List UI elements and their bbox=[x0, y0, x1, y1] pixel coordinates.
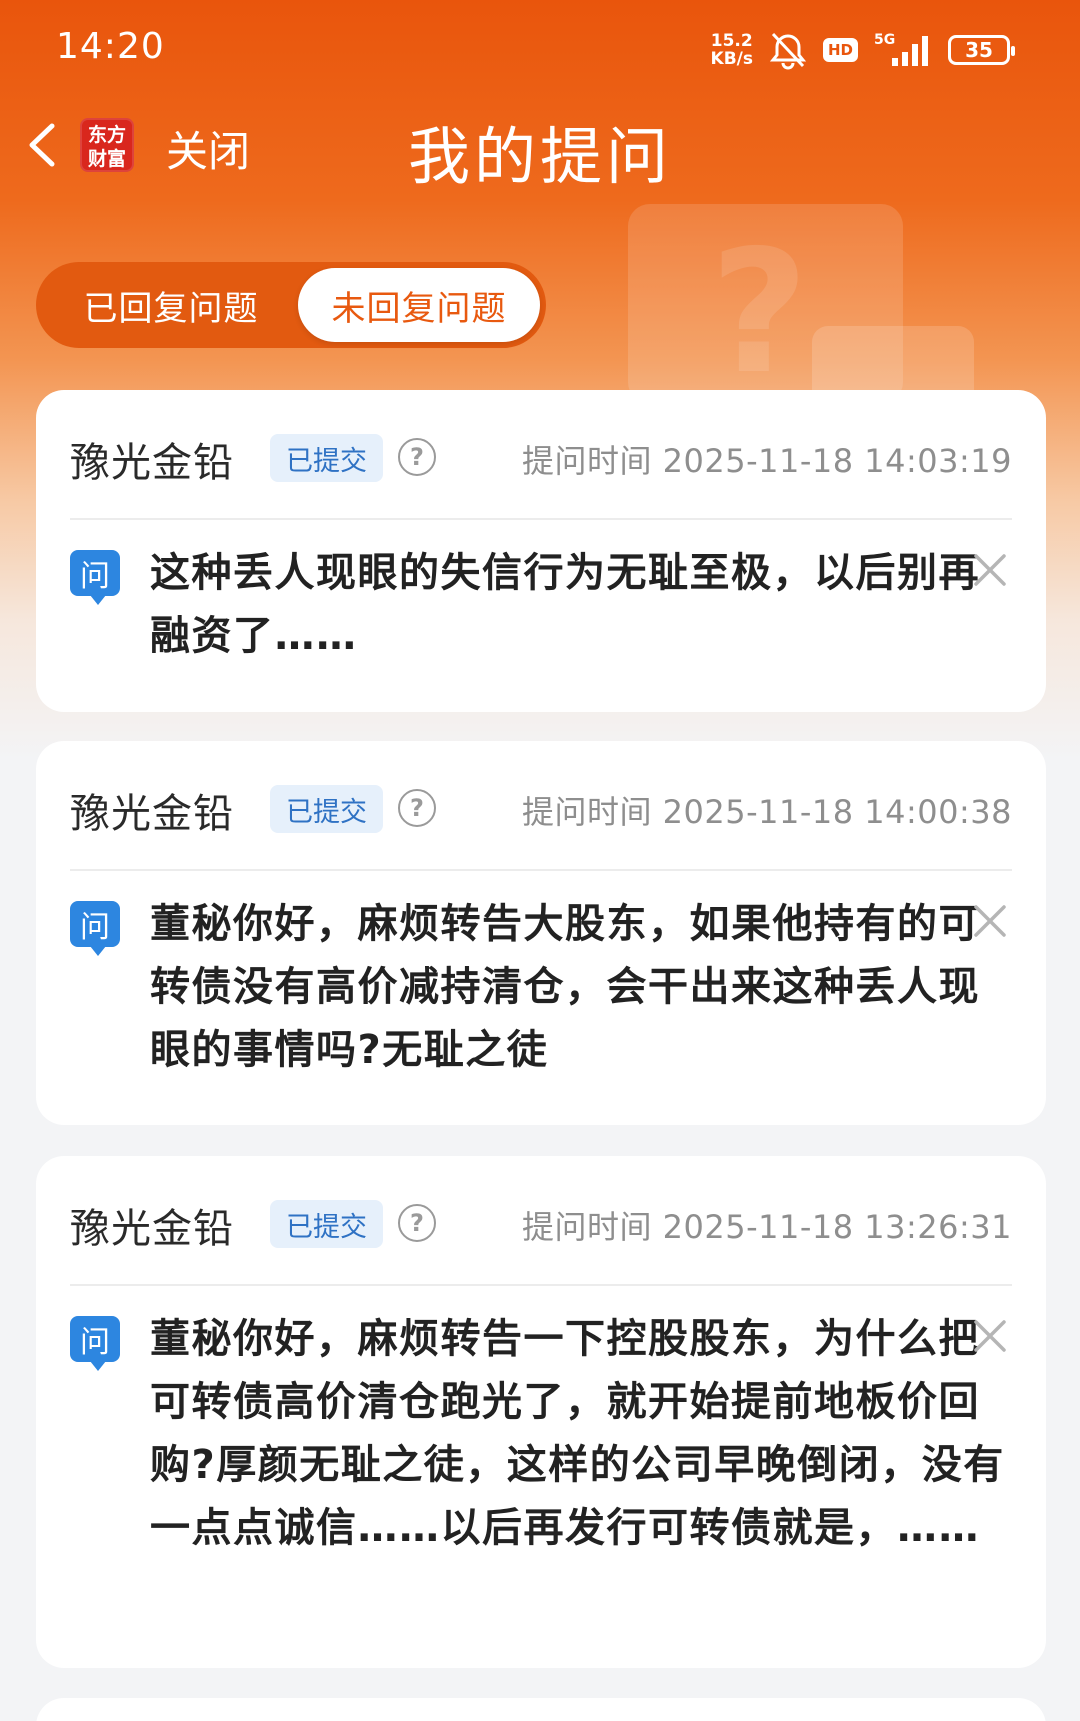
tab-answered[interactable]: 已回复问题 bbox=[46, 268, 296, 342]
status-bar: 14:20 15.2 KB/s HD 5G 35 bbox=[0, 0, 1080, 100]
ask-time: 提问时间 2025-11-18 14:00:38 bbox=[521, 793, 1012, 831]
question-icon: 问 bbox=[70, 901, 120, 956]
status-time: 14:20 bbox=[56, 26, 165, 67]
network-speed-value: 15.2 bbox=[710, 31, 753, 51]
stock-name[interactable]: 豫光金铅 bbox=[70, 430, 234, 488]
card-header: 豫光金铅 已提交 ? 提问时间 2025-11-18 14:00:38 bbox=[36, 741, 1046, 869]
ask-time: 提问时间 2025-11-18 13:26:31 bbox=[521, 1208, 1012, 1246]
question-card: 豫光金铅 已提交 ? 提问时间 2025-11-18 13:26:31 问 董秘… bbox=[36, 1156, 1046, 1668]
status-badge: 已提交 bbox=[270, 1200, 383, 1248]
battery-level: 35 bbox=[965, 38, 993, 62]
my-questions-page: 14:20 15.2 KB/s HD 5G 35 东方 财富 关闭 我的提问 ?… bbox=[0, 0, 1080, 1721]
hd-voice-icon: HD bbox=[822, 38, 858, 62]
question-text[interactable]: 这种丢人现眼的失信行为无耻至极，以后别再融资了…… bbox=[150, 542, 1010, 668]
question-text[interactable]: 董秘你好，麻烦转告一下控股股东，为什么把可转债高价清仓跑光了，就开始提前地板价回… bbox=[150, 1308, 1010, 1560]
question-text[interactable]: 董秘你好，麻烦转告大股东，如果他持有的可转债没有高价减持清仓，会干出来这种丢人现… bbox=[150, 893, 1010, 1082]
help-icon[interactable]: ? bbox=[398, 789, 436, 827]
alarm-off-icon bbox=[769, 32, 807, 70]
signal-5g-icon: 5G bbox=[874, 32, 928, 66]
close-icon[interactable] bbox=[970, 1316, 1010, 1356]
divider bbox=[70, 1284, 1012, 1286]
network-speed: 15.2 KB/s bbox=[711, 32, 753, 68]
stock-name[interactable]: 豫光金铅 bbox=[70, 781, 234, 839]
tab-switch: 已回复问题 未回复问题 bbox=[36, 262, 546, 348]
ask-time: 提问时间 2025-11-18 14:03:19 bbox=[521, 442, 1012, 480]
question-icon: 问 bbox=[70, 1316, 120, 1371]
network-speed-unit: KB/s bbox=[710, 49, 753, 69]
status-icons: 15.2 KB/s HD 5G 35 bbox=[711, 28, 1015, 72]
divider bbox=[70, 869, 1012, 871]
question-card-partial bbox=[36, 1698, 1046, 1721]
question-card: 豫光金铅 已提交 ? 提问时间 2025-11-18 14:03:19 问 这种… bbox=[36, 390, 1046, 712]
tab-unanswered[interactable]: 未回复问题 bbox=[298, 268, 540, 342]
card-header: 豫光金铅 已提交 ? 提问时间 2025-11-18 13:26:31 bbox=[36, 1156, 1046, 1284]
close-icon[interactable] bbox=[970, 550, 1010, 590]
status-badge: 已提交 bbox=[270, 785, 383, 833]
battery-icon: 35 bbox=[948, 35, 1015, 65]
card-header: 豫光金铅 已提交 ? 提问时间 2025-11-18 14:03:19 bbox=[36, 390, 1046, 518]
nav-bar: 东方 财富 关闭 我的提问 bbox=[0, 100, 1080, 193]
svg-text:5G: 5G bbox=[874, 32, 895, 48]
help-icon[interactable]: ? bbox=[398, 1204, 436, 1242]
close-icon[interactable] bbox=[970, 901, 1010, 941]
help-icon[interactable]: ? bbox=[398, 438, 436, 476]
question-card: 豫光金铅 已提交 ? 提问时间 2025-11-18 14:00:38 问 董秘… bbox=[36, 741, 1046, 1125]
question-icon: 问 bbox=[70, 550, 120, 605]
status-badge: 已提交 bbox=[270, 434, 383, 482]
page-title: 我的提问 bbox=[407, 120, 672, 193]
stock-name[interactable]: 豫光金铅 bbox=[70, 1196, 234, 1254]
divider bbox=[70, 518, 1012, 520]
question-mark-icon: ? bbox=[710, 214, 809, 412]
